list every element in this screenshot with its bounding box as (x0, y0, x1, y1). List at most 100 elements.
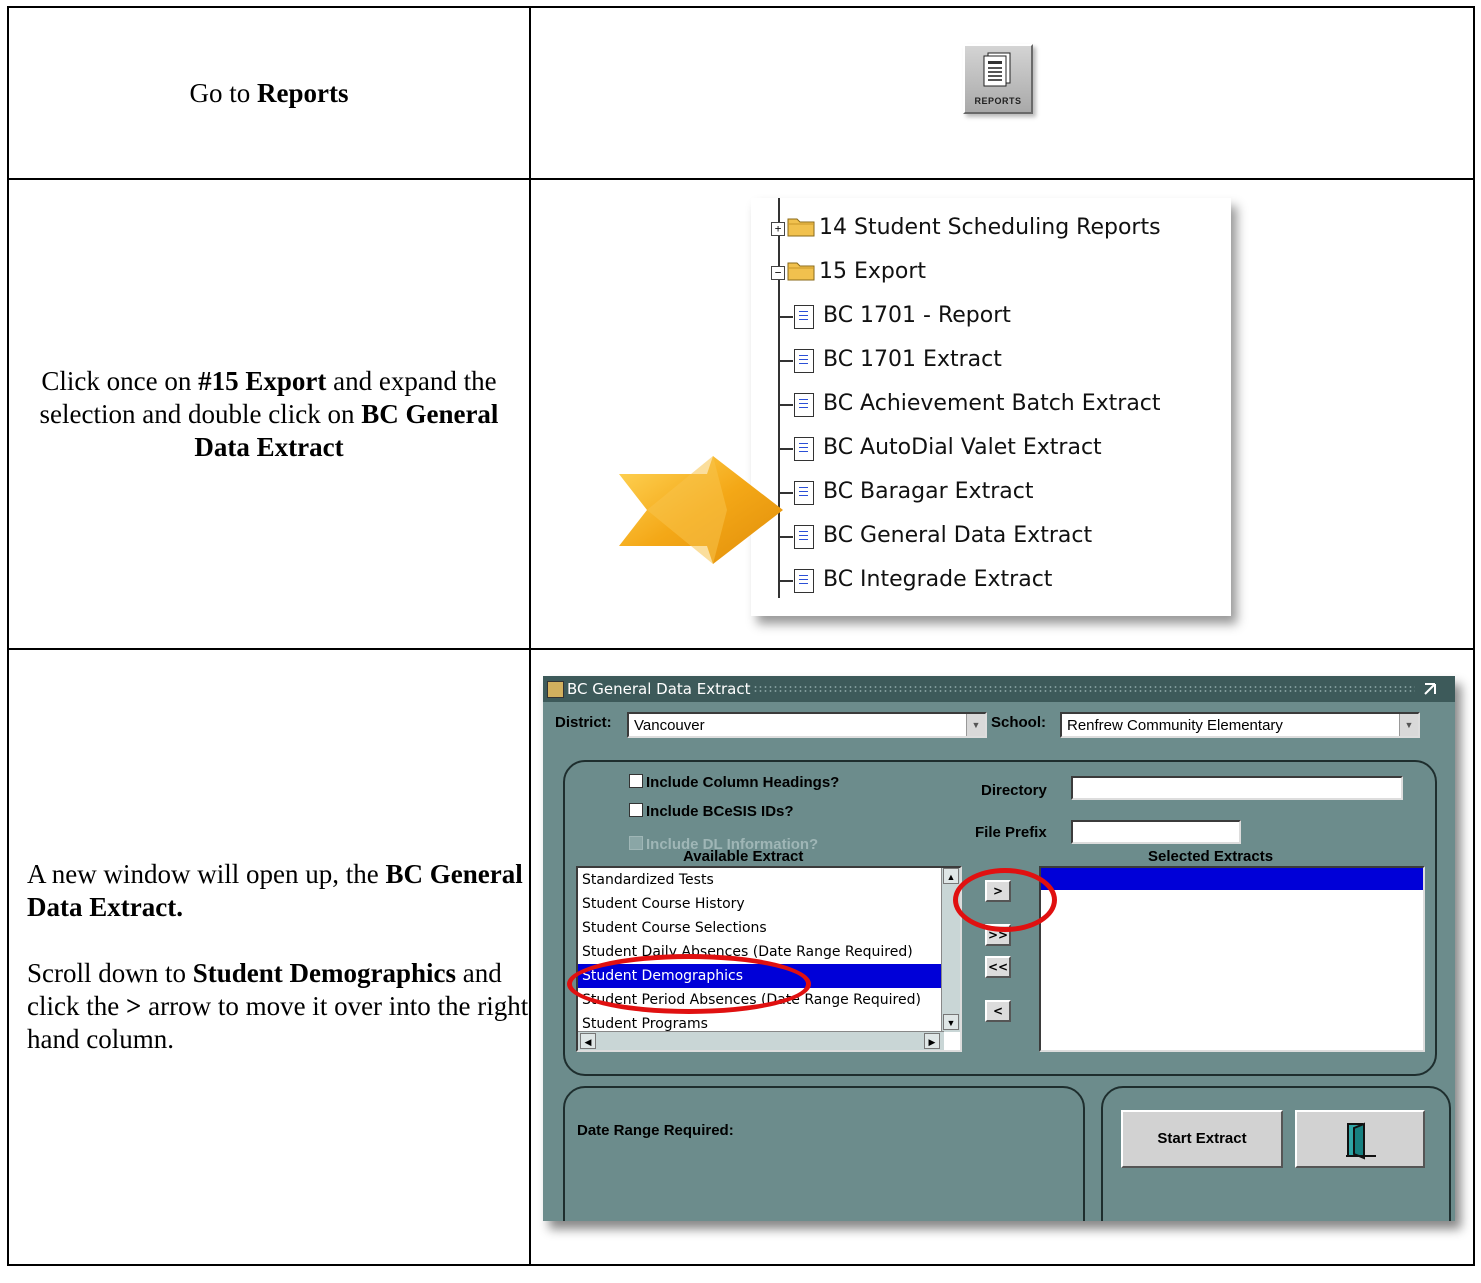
report-tree: + 14 Student Scheduling Reports − 15 Exp… (751, 198, 1231, 616)
date-range-label: Date Range Required: (577, 1122, 734, 1139)
tree-connector (779, 448, 793, 450)
include-bcesis-ids-checkbox[interactable]: Include BCeSIS IDs? (629, 803, 794, 820)
folder-icon (787, 218, 815, 237)
district-select[interactable]: Vancouver ▼ (627, 712, 987, 738)
available-extract-header: Available Extract (683, 848, 804, 865)
tree-folder-14[interactable]: + 14 Student Scheduling Reports (751, 208, 1221, 248)
report-doc-icon (794, 393, 814, 417)
date-range-panel (563, 1086, 1085, 1221)
highlight-ring (953, 868, 1057, 932)
reports-button-label: REPORTS (974, 96, 1022, 106)
tree-item-label: BC 1701 Extract (823, 347, 1002, 372)
report-doc-icon (794, 437, 814, 461)
tree-report-item[interactable]: BC Baragar Extract (751, 472, 1221, 512)
district-value: Vancouver (634, 717, 705, 734)
folder-icon (787, 262, 815, 281)
pointer-arrow-icon (619, 456, 783, 564)
selected-extracts-list[interactable] (1039, 866, 1425, 1052)
tree-item-label: BC AutoDial Valet Extract (823, 435, 1102, 460)
instruction-paragraph: A new window will open up, the BC Genera… (27, 858, 529, 924)
titlebar-pattern (753, 685, 1415, 693)
report-doc-icon (794, 569, 814, 593)
highlight-ring (567, 954, 811, 1014)
move-all-left-button[interactable]: << (985, 956, 1011, 978)
instruction-bold: > (125, 991, 142, 1021)
district-label: District: (555, 714, 612, 731)
directory-input[interactable] (1071, 776, 1403, 800)
checkbox-label: Include BCeSIS IDs? (646, 803, 794, 820)
reports-button[interactable]: REPORTS (963, 44, 1033, 114)
selected-row-highlight[interactable] (1041, 868, 1423, 890)
chevron-down-icon[interactable]: ▼ (1399, 714, 1418, 736)
start-extract-button[interactable]: Start Extract (1121, 1110, 1283, 1168)
list-item[interactable]: Standardized Tests (582, 868, 714, 892)
tree-report-item[interactable]: BC 1701 Extract (751, 340, 1221, 380)
file-prefix-label: File Prefix (975, 824, 1047, 841)
reports-icon (983, 52, 1011, 87)
horizontal-scrollbar[interactable]: ◀ ▶ (578, 1031, 944, 1050)
tree-report-item[interactable]: BC General Data Extract (751, 516, 1221, 556)
report-doc-icon (794, 305, 814, 329)
tree-connector (779, 360, 793, 362)
instruction-table: Go to Reports REPORTS Click once on #15 … (7, 6, 1475, 1266)
move-left-button[interactable]: < (985, 1000, 1011, 1022)
tree-connector (779, 316, 793, 318)
tree-folder-label: 14 Student Scheduling Reports (819, 215, 1161, 240)
step-instruction: Go to Reports (7, 6, 531, 180)
collapse-minus-icon[interactable]: − (771, 266, 785, 280)
window-titlebar[interactable]: BC General Data Extract (543, 676, 1455, 702)
instruction-text: A new window will open up, the (27, 859, 386, 889)
tree-folder-15[interactable]: − 15 Export (751, 252, 1221, 292)
chevron-down-icon[interactable]: ▼ (966, 714, 985, 736)
tree-item-label: BC Baragar Extract (823, 479, 1034, 504)
tree-connector (779, 404, 793, 406)
report-doc-icon (794, 349, 814, 373)
directory-label: Directory (981, 782, 1047, 799)
list-item[interactable]: Student Course Selections (582, 916, 767, 940)
exit-button[interactable] (1295, 1110, 1425, 1168)
report-doc-icon (794, 525, 814, 549)
instruction-text: Go to (189, 77, 257, 108)
tree-item-label: BC Integrade Extract (823, 567, 1053, 592)
list-item[interactable]: Student Course History (582, 892, 745, 916)
expand-plus-icon[interactable]: + (771, 222, 785, 236)
extract-window: BC General Data Extract District: Vancou… (543, 676, 1455, 1221)
step-instruction: A new window will open up, the BC Genera… (7, 648, 531, 1266)
checkbox-box[interactable] (629, 774, 643, 788)
include-column-headings-checkbox[interactable]: Include Column Headings? (629, 774, 839, 791)
scroll-left-icon[interactable]: ◀ (580, 1033, 596, 1049)
tree-item-label: BC Achievement Batch Extract (823, 391, 1161, 416)
step-illustration: + 14 Student Scheduling Reports − 15 Exp… (529, 178, 1475, 650)
step-row-export: Click once on #15 Export and expand the … (7, 178, 1475, 650)
checkbox-box[interactable] (629, 803, 643, 817)
selected-extracts-header: Selected Extracts (1148, 848, 1274, 865)
school-value: Renfrew Community Elementary (1067, 717, 1283, 734)
tree-report-item[interactable]: BC Achievement Batch Extract (751, 384, 1221, 424)
school-select[interactable]: Renfrew Community Elementary ▼ (1060, 712, 1420, 738)
tree-report-item[interactable]: BC AutoDial Valet Extract (751, 428, 1221, 468)
scroll-right-icon[interactable]: ▶ (924, 1033, 940, 1049)
instruction-paragraph: Scroll down to Student Demographics and … (27, 957, 529, 1056)
file-prefix-input[interactable] (1071, 820, 1241, 844)
instruction-text: Scroll down to (27, 958, 193, 988)
step-instruction: Click once on #15 Export and expand the … (7, 178, 531, 650)
scroll-down-icon[interactable]: ▼ (943, 1014, 959, 1030)
tree-report-item[interactable]: BC Integrade Extract (751, 560, 1221, 600)
tree-folder-label: 15 Export (819, 259, 927, 284)
maximize-icon[interactable] (1421, 676, 1443, 702)
tree-connector (779, 580, 793, 582)
instruction-bold: Reports (257, 77, 349, 108)
tree-item-label: BC General Data Extract (823, 523, 1093, 548)
app-icon (547, 681, 564, 698)
scroll-up-icon[interactable]: ▲ (943, 868, 959, 884)
step-row-reports: Go to Reports REPORTS (7, 6, 1475, 180)
checkbox-label: Include Column Headings? (646, 774, 840, 791)
step-row-data-extract: A new window will open up, the BC Genera… (7, 648, 1475, 1266)
checkbox-box (629, 836, 643, 850)
step-illustration: REPORTS (529, 6, 1475, 180)
instruction-bold: Student Demographics (192, 958, 457, 988)
report-doc-icon (794, 481, 814, 505)
instruction-bold: #15 Export (198, 365, 327, 396)
tree-report-item[interactable]: BC 1701 - Report (751, 296, 1221, 336)
window-title: BC General Data Extract (567, 680, 751, 698)
